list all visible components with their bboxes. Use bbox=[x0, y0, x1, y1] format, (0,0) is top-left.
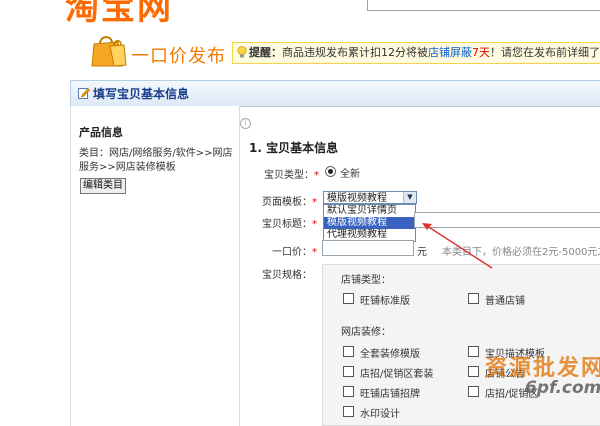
top-header-fragment: 淘宝网 bbox=[0, 0, 600, 28]
template-option-default[interactable]: 默认宝贝详情页 bbox=[324, 205, 415, 217]
page-title: 一口价发布 bbox=[131, 46, 226, 67]
checkbox-shop-standard[interactable] bbox=[343, 293, 354, 304]
checkbox-decor-full-label: 全套装修模版 bbox=[360, 349, 420, 360]
product-info-heading: 产品信息 bbox=[79, 126, 123, 139]
checkbox-decor-promo-set-label: 店招/促销区套装 bbox=[360, 369, 434, 380]
checkbox-shop-standard-label: 旺铺标准版 bbox=[360, 296, 410, 307]
notice-text-1: 商品违规发布累计扣12分将被 bbox=[282, 46, 428, 59]
checkbox-decor-promo-set[interactable] bbox=[343, 366, 354, 377]
page-template-select[interactable]: 模版视频教程 ▼ bbox=[323, 191, 417, 204]
item-type-new-label: 全新 bbox=[340, 169, 360, 180]
watermark-url: 6pf.com bbox=[525, 378, 600, 398]
lightbulb-icon bbox=[237, 46, 247, 58]
price-label: 一口价：* bbox=[272, 247, 317, 258]
checkbox-decor-full[interactable] bbox=[343, 346, 354, 357]
page-template-dropdown[interactable]: 默认宝贝详情页 模版视频教程 代理视频教程 bbox=[323, 204, 416, 242]
top-search-input[interactable] bbox=[367, 0, 600, 11]
shop-decor-label: 网店装修： bbox=[341, 327, 391, 338]
shopping-bag-icon bbox=[91, 36, 127, 67]
form-section-title: 1. 宝贝基本信息 bbox=[249, 141, 339, 155]
chevron-down-icon[interactable]: ▼ bbox=[403, 192, 416, 203]
site-logo-fragment: 淘宝网 bbox=[65, 0, 173, 28]
category-path: 类目：网店/网络服务/软件>>网店服务>>网店装修模板 bbox=[79, 148, 233, 173]
edit-category-button[interactable]: 编辑类目 bbox=[80, 178, 126, 194]
item-title-label: 宝贝标题：* bbox=[262, 219, 317, 230]
checkbox-decor-promo[interactable] bbox=[468, 386, 479, 397]
price-input[interactable] bbox=[322, 240, 414, 256]
item-spec-label: 宝贝规格： bbox=[262, 270, 312, 281]
notice-link-shop-block[interactable]: 店铺屏蔽 bbox=[428, 46, 472, 59]
notice-bar: 提醒：商品违规发布累计扣12分将被店铺屏蔽7天！请您在发布前详细了解淘 bbox=[232, 42, 600, 64]
product-info-panel: 产品信息 类目：网店/网络服务/软件>>网店服务>>网店装修模板 编辑类目 bbox=[70, 106, 240, 426]
checkbox-shop-normal-label: 普通店铺 bbox=[485, 296, 525, 307]
item-type-new-radio[interactable] bbox=[325, 166, 336, 177]
page-template-selected: 模版视频教程 bbox=[327, 193, 387, 204]
edit-form-icon bbox=[78, 88, 90, 99]
item-spec-box: 店铺类型： 旺铺标准版 普通店铺 网店装修： 全套装修模版 店招/促销区套装 旺… bbox=[322, 264, 600, 426]
shop-type-label: 店铺类型： bbox=[341, 275, 391, 286]
section-title: 填写宝贝基本信息 bbox=[93, 87, 190, 101]
annotation-arrow-icon bbox=[422, 223, 493, 269]
notice-text-2: ！请您在发布前详细了解 bbox=[490, 46, 600, 59]
item-type-label: 宝贝类型：* bbox=[264, 170, 319, 181]
checkbox-shop-normal[interactable] bbox=[468, 293, 479, 304]
checkbox-decor-signboard[interactable] bbox=[343, 386, 354, 397]
template-option-video[interactable]: 模版视频教程 bbox=[324, 217, 415, 229]
checkbox-decor-watermark[interactable] bbox=[343, 406, 354, 417]
notice-red-days: 7天 bbox=[472, 46, 490, 59]
notice-bold: 提醒： bbox=[249, 46, 282, 59]
checkbox-decor-desc-template[interactable] bbox=[468, 346, 479, 357]
page-template-label: 页面模板：* bbox=[262, 197, 317, 208]
section-header: 填写宝贝基本信息 bbox=[70, 80, 600, 107]
checkbox-decor-notice[interactable] bbox=[468, 366, 479, 377]
checkbox-decor-signboard-label: 旺铺店铺招牌 bbox=[360, 389, 420, 400]
info-icon: i bbox=[240, 118, 251, 129]
